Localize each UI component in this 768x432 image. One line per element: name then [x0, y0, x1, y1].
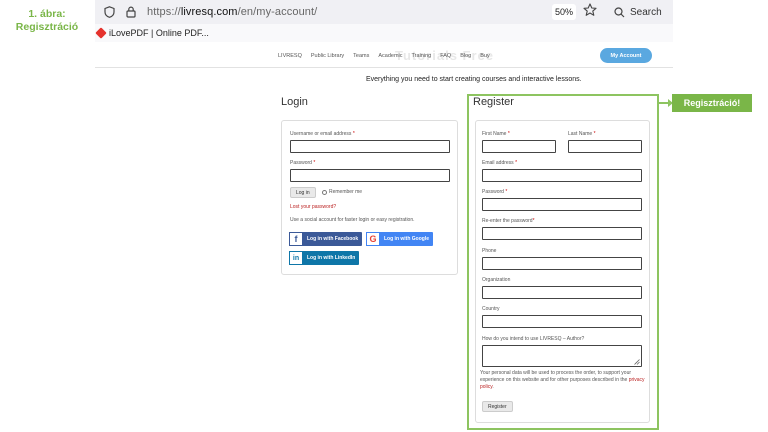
facebook-login-button[interactable]: f Log in with Facebook	[289, 232, 363, 246]
register-button[interactable]: Register	[482, 401, 513, 412]
facebook-icon: f	[289, 232, 303, 246]
phone-input[interactable]	[482, 257, 642, 270]
password-label-text: Password	[290, 160, 312, 166]
browser-search-button[interactable]: Search	[614, 2, 662, 22]
url-field[interactable]: https://livresq.com/en/my-account/	[147, 6, 317, 18]
required-mark: *	[532, 218, 535, 224]
nav-links: LIVRESQ Public Library Teams Academic Tr…	[278, 53, 499, 59]
reenter-password-input[interactable]	[482, 227, 642, 240]
email-label: Email address *	[482, 160, 517, 166]
bookmark-ilovepdf[interactable]: iLovePDF | Online PDF...	[109, 28, 209, 38]
organization-label: Organization	[482, 277, 511, 283]
reg-password-input[interactable]	[482, 198, 642, 211]
first-name-input[interactable]	[482, 140, 556, 153]
shield-icon[interactable]	[101, 4, 117, 20]
last-name-label: Last Name *	[568, 131, 596, 137]
register-title: Register	[473, 96, 514, 108]
my-account-button[interactable]: My Account	[600, 48, 652, 63]
nav-item-faq[interactable]: FAQ	[440, 53, 451, 59]
reenter-password-label-text: Re-enter the password	[482, 218, 533, 224]
last-name-input[interactable]	[568, 140, 642, 153]
privacy-text: Your personal data will be used to proce…	[480, 370, 632, 383]
email-input[interactable]	[482, 169, 642, 182]
remember-checkbox[interactable]	[322, 190, 327, 195]
nav-item-public-library[interactable]: Public Library	[311, 53, 344, 59]
search-icon	[614, 6, 625, 17]
last-name-label-text: Last Name	[568, 131, 593, 137]
ilovepdf-icon	[95, 27, 107, 39]
first-name-label: First Name *	[482, 131, 510, 137]
figure-caption-line1: 1. ábra:	[28, 8, 66, 20]
google-icon: G	[366, 232, 380, 246]
remember-label: Remember me	[329, 189, 363, 195]
username-input[interactable]	[290, 140, 450, 153]
linkedin-login-button[interactable]: in Log in with LinkedIn	[289, 251, 360, 265]
phone-label: Phone	[482, 248, 497, 254]
nav-item-buy[interactable]: Buy	[480, 53, 489, 59]
login-form: Username or email address * Password * L…	[281, 120, 458, 275]
google-login-label: Log in with Google	[384, 236, 429, 242]
password-input[interactable]	[290, 169, 450, 182]
country-input[interactable]	[482, 315, 642, 328]
lock-icon[interactable]	[123, 4, 139, 20]
search-label: Search	[630, 6, 662, 18]
nav-item-training[interactable]: Training	[412, 53, 432, 59]
site-nav: Tutorials Free LIVRESQ Public Library Te…	[95, 44, 673, 68]
country-label: Country	[482, 306, 500, 312]
required-mark: *	[593, 131, 596, 137]
required-mark: *	[313, 160, 316, 166]
login-title: Login	[281, 96, 308, 108]
login-button[interactable]: Log in	[290, 187, 316, 198]
email-label-text: Email address	[482, 160, 514, 166]
username-label-text: Username or email address	[290, 131, 352, 137]
figure-caption-line2: Regisztráció	[15, 21, 79, 33]
tagline: Everything you need to start creating co…	[366, 76, 582, 83]
required-mark: *	[505, 189, 508, 195]
intent-label: How do you intend to use LIVRESQ – Autho…	[482, 336, 585, 342]
username-label: Username or email address *	[290, 131, 355, 137]
password-label: Password *	[290, 160, 315, 166]
figure-caption: 1. ábra: Regisztráció	[4, 8, 90, 34]
star-icon[interactable]	[583, 3, 597, 22]
intent-textarea[interactable]	[482, 345, 642, 367]
linkedin-icon: in	[289, 251, 303, 265]
zoom-level[interactable]: 50%	[552, 4, 576, 20]
social-login-text: Use a social account for faster login or…	[290, 217, 415, 223]
page: 1. ábra: Regisztráció https://livresq.co…	[0, 0, 768, 432]
url-domain: livresq.com	[180, 6, 238, 18]
privacy-notice: Your personal data will be used to proce…	[480, 370, 645, 390]
required-mark: *	[507, 131, 510, 137]
url-prefix: https://	[147, 6, 181, 18]
nav-item-teams[interactable]: Teams	[353, 53, 369, 59]
facebook-login-label: Log in with Facebook	[307, 236, 359, 242]
reg-password-label-text: Password	[482, 189, 504, 195]
bookmarks-bar: iLovePDF | Online PDF...	[95, 24, 673, 42]
annotation-callout: Regisztráció!	[672, 94, 752, 112]
resize-handle-icon[interactable]	[634, 359, 640, 365]
reenter-password-label: Re-enter the password*	[482, 218, 535, 224]
organization-input[interactable]	[482, 286, 642, 299]
lost-password-link[interactable]: Lost your password?	[290, 204, 336, 210]
linkedin-login-label: Log in with LinkedIn	[307, 255, 356, 261]
google-login-button[interactable]: G Log in with Google	[366, 232, 433, 246]
reg-password-label: Password *	[482, 189, 507, 195]
first-name-label-text: First Name	[482, 131, 507, 137]
required-mark: *	[515, 160, 518, 166]
required-mark: *	[352, 131, 355, 137]
url-path: /en/my-account/	[237, 6, 318, 18]
nav-item-livresq[interactable]: LIVRESQ	[278, 53, 302, 59]
nav-item-blog[interactable]: Blog	[460, 53, 471, 59]
nav-item-academic[interactable]: Academic	[378, 53, 402, 59]
